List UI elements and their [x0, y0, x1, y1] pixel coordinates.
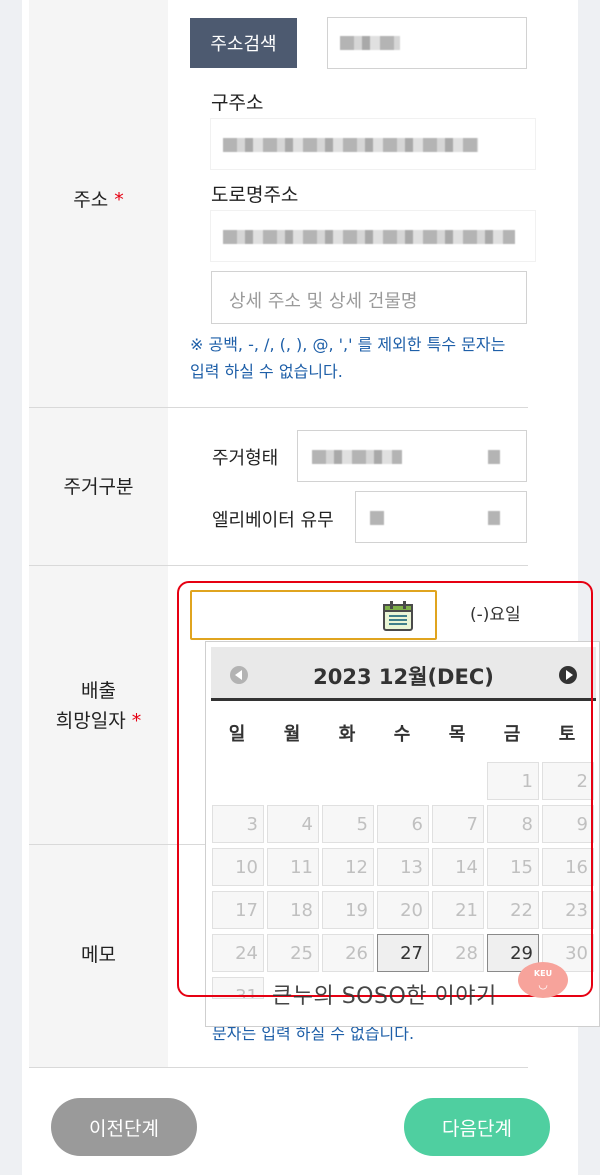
calendar-day[interactable]: 9	[542, 805, 594, 843]
chevron-right-icon	[565, 670, 573, 680]
calendar-day[interactable]: 2	[542, 762, 594, 800]
calendar-day[interactable]: 16	[542, 848, 594, 886]
next-month-button[interactable]	[559, 666, 577, 684]
redacted-value	[488, 511, 500, 525]
calendar-day[interactable]: 19	[322, 891, 374, 929]
address-search-button[interactable]: 주소검색	[190, 18, 297, 68]
detail-address-placeholder: 상세 주소 및 상세 건물명	[229, 291, 418, 312]
redacted-value	[223, 138, 478, 152]
calendar-day[interactable]: 7	[432, 805, 484, 843]
memo-label: 메모	[81, 944, 116, 966]
next-step-button[interactable]: 다음단계	[404, 1098, 550, 1156]
delivery-date-label: 배출 희망일자 *	[29, 675, 168, 737]
calendar-day[interactable]: 1	[487, 762, 539, 800]
required-mark: *	[114, 189, 124, 211]
required-mark: *	[131, 710, 142, 732]
road-address-field[interactable]	[210, 210, 536, 262]
calendar-day[interactable]: 27	[377, 934, 429, 972]
calendar-day[interactable]: 8	[487, 805, 539, 843]
calendar-day[interactable]: 11	[267, 848, 319, 886]
row-divider	[29, 565, 528, 566]
address-notice: ※ 공백, -, /, (, ), @, ',' 를 제외한 특수 문자는 입력…	[190, 335, 506, 381]
calendar-day[interactable]: 25	[267, 934, 319, 972]
redacted-value	[340, 36, 400, 50]
weekday-label: 목	[448, 724, 466, 745]
calendar-day[interactable]: 5	[322, 805, 374, 843]
weekday-label: 월	[283, 724, 301, 745]
weekday-label: 화	[338, 724, 356, 745]
weekday-text: (-)요일	[470, 605, 521, 625]
watermark-text: 큰누의 SOSO한 이야기	[272, 984, 497, 1009]
calendar-day[interactable]: 20	[377, 891, 429, 929]
redacted-value	[370, 511, 384, 525]
smile-icon: ◡	[538, 978, 548, 991]
detail-address-field[interactable]: 상세 주소 및 상세 건물명	[211, 271, 527, 324]
weekday-label: 금	[503, 724, 521, 745]
delivery-label-line1: 배출	[81, 680, 116, 702]
calendar-day[interactable]: 18	[267, 891, 319, 929]
calendar-day[interactable]: 26	[322, 934, 374, 972]
calendar-day[interactable]: 23	[542, 891, 594, 929]
calendar-day[interactable]: 15	[487, 848, 539, 886]
elevator-select[interactable]	[355, 491, 527, 543]
redacted-value	[488, 450, 500, 464]
weekday-label: 일	[228, 724, 246, 745]
calendar-day[interactable]: 17	[212, 891, 264, 929]
calendar-day[interactable]: 6	[377, 805, 429, 843]
calendar-day[interactable]: 14	[432, 848, 484, 886]
redacted-value	[312, 450, 402, 464]
watermark-logo: KEU ◡	[518, 962, 568, 998]
row-divider	[29, 407, 528, 408]
old-address-label: 구주소	[211, 92, 264, 114]
elevator-label: 엘리베이터 유무	[212, 510, 334, 531]
calendar-day[interactable]: 31	[212, 977, 264, 999]
weekday-label: 수	[393, 724, 411, 745]
postal-code-field[interactable]	[327, 17, 527, 69]
calendar-day[interactable]: 10	[212, 848, 264, 886]
calendar-icon[interactable]	[383, 601, 413, 631]
calendar-day[interactable]: 28	[432, 934, 484, 972]
residence-type-label: 주거형태	[212, 448, 279, 469]
residence-label: 주거구분	[63, 476, 134, 498]
calendar-day[interactable]: 21	[432, 891, 484, 929]
old-address-field[interactable]	[210, 118, 536, 170]
previous-step-button[interactable]: 이전단계	[51, 1098, 197, 1156]
delivery-date-input[interactable]	[190, 590, 437, 640]
address-label-text: 주소	[73, 189, 109, 211]
redacted-value	[223, 230, 515, 244]
calendar-day[interactable]: 13	[377, 848, 429, 886]
calendar-day[interactable]: 22	[487, 891, 539, 929]
weekday-label: 토	[558, 724, 576, 745]
calendar-day[interactable]: 3	[212, 805, 264, 843]
calendar-day[interactable]: 4	[267, 805, 319, 843]
address-label: 주소 *	[29, 185, 168, 215]
calendar-header: 2023 12월(DEC)	[211, 647, 596, 701]
delivery-label-line2-wrap: 희망일자 *	[56, 706, 141, 736]
calendar-title: 2023 12월(DEC)	[313, 665, 494, 689]
calendar-day[interactable]: 12	[322, 848, 374, 886]
delivery-label-line2: 희망일자	[55, 710, 126, 732]
residence-type-select[interactable]	[297, 430, 527, 482]
road-address-label: 도로명주소	[211, 184, 299, 206]
row-divider	[29, 1067, 528, 1068]
calendar-day[interactable]: 24	[212, 934, 264, 972]
